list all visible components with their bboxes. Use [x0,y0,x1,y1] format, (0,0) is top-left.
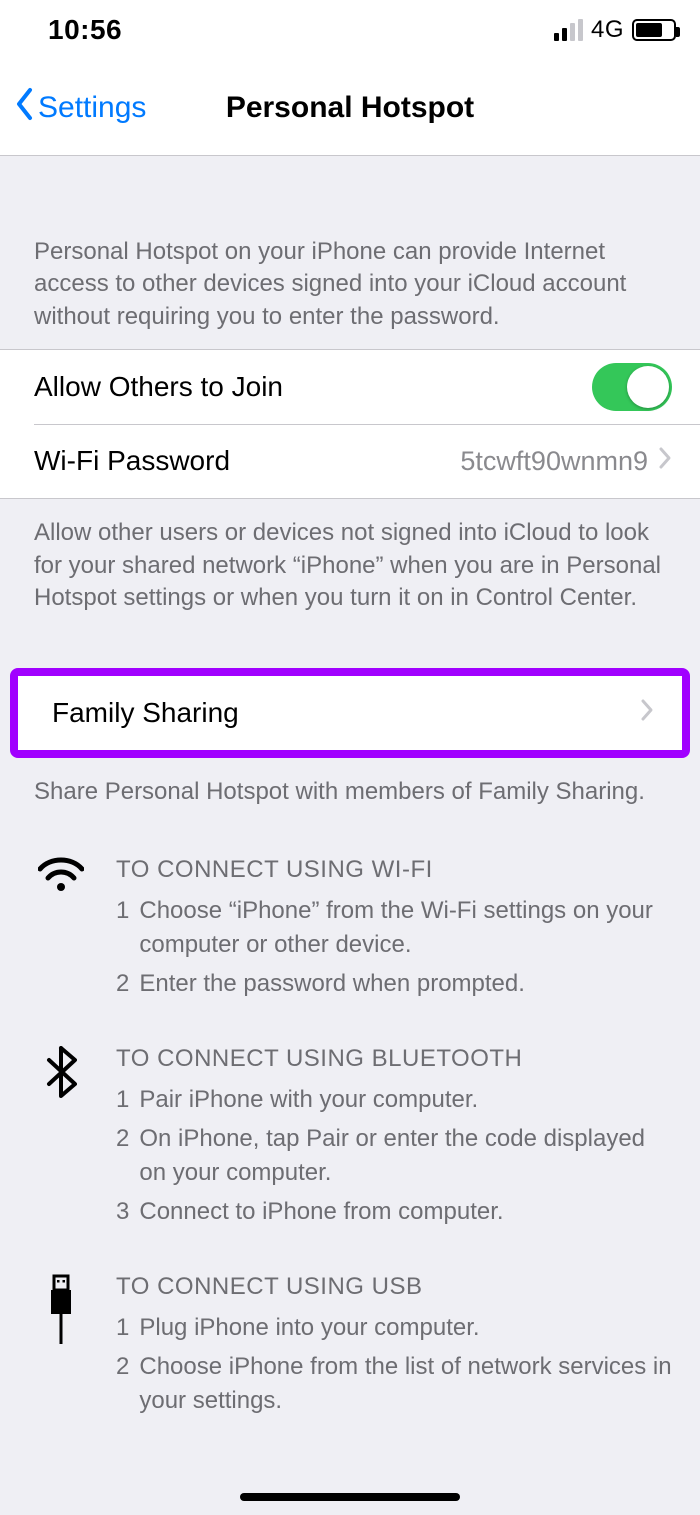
bluetooth-icon [34,1042,88,1234]
chevron-left-icon [14,87,34,128]
usb-instructions: TO CONNECT USING USB 1Plug iPhone into y… [34,1270,672,1423]
bt-instr-title: TO CONNECT USING BLUETOOTH [116,1042,672,1077]
wifi-password-value: 5tcwft90wnmn9 [460,446,648,477]
bt-step-3: Connect to iPhone from computer. [139,1195,503,1230]
family-sharing-highlight: Family Sharing [10,668,690,758]
battery-icon [632,19,676,41]
wifi-instructions: TO CONNECT USING WI-FI 1Choose “iPhone” … [34,853,672,1006]
chevron-right-icon [658,444,672,478]
usb-icon [34,1270,88,1423]
status-time: 10:56 [48,14,122,46]
family-sharing-row[interactable]: Family Sharing [18,676,682,750]
cellular-signal-icon [554,19,583,41]
allow-others-toggle[interactable] [592,363,672,411]
chevron-right-icon [640,696,654,730]
wifi-step-2: Enter the password when prompted. [139,967,525,1002]
network-type: 4G [591,16,624,44]
connection-instructions: TO CONNECT USING WI-FI 1Choose “iPhone” … [0,823,700,1461]
allow-others-description: Allow other users or devices not signed … [0,499,700,628]
bt-step-2: On iPhone, tap Pair or enter the code di… [139,1122,672,1192]
family-sharing-description: Share Personal Hotspot with members of F… [0,758,700,822]
navigation-bar: Settings Personal Hotspot [0,60,700,156]
usb-step-2: Choose iPhone from the list of network s… [139,1350,672,1420]
home-indicator[interactable] [240,1493,460,1501]
status-bar: 10:56 4G [0,0,700,60]
status-right: 4G [554,16,676,44]
usb-step-1: Plug iPhone into your computer. [139,1311,479,1346]
allow-others-label: Allow Others to Join [34,371,592,403]
wifi-step-1: Choose “iPhone” from the Wi-Fi settings … [139,894,672,964]
hotspot-settings-group: Allow Others to Join Wi-Fi Password 5tcw… [0,349,700,499]
wifi-password-row[interactable]: Wi-Fi Password 5tcwft90wnmn9 [0,424,700,498]
wifi-password-label: Wi-Fi Password [34,445,460,477]
back-label: Settings [38,91,146,125]
family-sharing-group: Family Sharing [18,676,682,750]
wifi-icon [34,853,88,1006]
usb-instr-title: TO CONNECT USING USB [116,1270,672,1305]
bt-step-1: Pair iPhone with your computer. [139,1083,478,1118]
back-button[interactable]: Settings [14,87,146,128]
wifi-instr-title: TO CONNECT USING WI-FI [116,853,672,888]
bluetooth-instructions: TO CONNECT USING BLUETOOTH 1Pair iPhone … [34,1042,672,1234]
allow-others-row[interactable]: Allow Others to Join [0,350,700,424]
intro-description: Personal Hotspot on your iPhone can prov… [0,156,700,349]
family-sharing-label: Family Sharing [52,697,640,729]
